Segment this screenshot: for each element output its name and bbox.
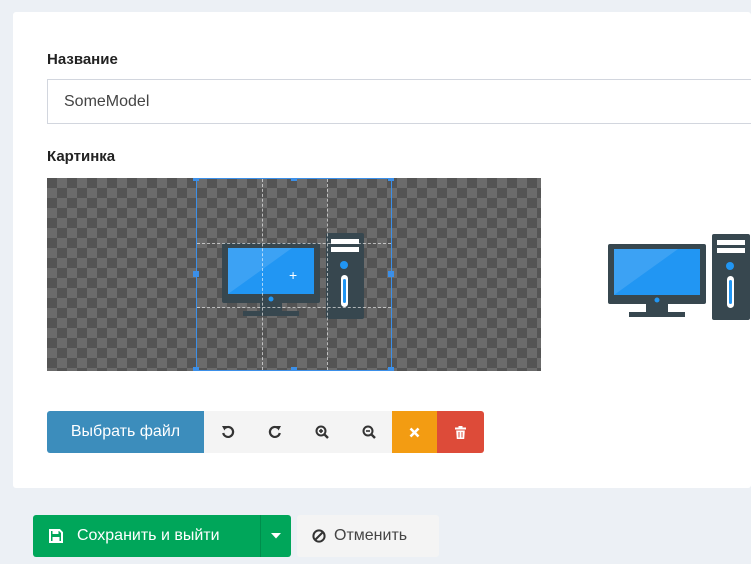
ban-icon (312, 529, 326, 543)
crop-handle-nw[interactable] (193, 178, 199, 181)
crop-center-mark: + (289, 267, 298, 283)
delete-image-button[interactable] (437, 411, 484, 453)
zoom-in-button[interactable] (298, 411, 345, 453)
crop-handle-se[interactable] (388, 367, 394, 371)
floppy-disk-icon (49, 529, 63, 543)
zoom-out-button[interactable] (345, 411, 392, 453)
caret-down-icon (271, 533, 281, 539)
save-button-group: Сохранить и выйти (33, 515, 291, 557)
crop-handle-ne[interactable] (388, 178, 394, 181)
picture-label: Картинка (47, 148, 116, 165)
cancel-button-label: Отменить (334, 527, 408, 544)
crop-handle-n[interactable] (291, 178, 297, 181)
crop-guide (262, 179, 263, 370)
rotate-left-icon (221, 425, 234, 438)
form-card: Название SomeModel Картинка + Выбрать фа… (13, 12, 751, 488)
rotate-left-button[interactable] (204, 411, 251, 453)
name-label: Название (47, 51, 118, 68)
image-cropper[interactable]: + (47, 178, 541, 371)
crop-guide (197, 243, 391, 244)
cropper-toolbar: Выбрать файл (47, 411, 484, 453)
crop-preview-icon (608, 234, 750, 320)
cancel-crop-button[interactable] (392, 411, 437, 453)
zoom-in-icon (315, 425, 329, 439)
rotate-right-button[interactable] (251, 411, 298, 453)
crop-box[interactable]: + (193, 178, 394, 371)
crop-handle-s[interactable] (291, 367, 297, 371)
crop-handle-w[interactable] (193, 271, 199, 277)
name-input[interactable]: SomeModel (47, 79, 751, 124)
save-and-exit-button[interactable]: Сохранить и выйти (33, 515, 260, 557)
crop-handle-sw[interactable] (193, 367, 199, 371)
cancel-icon (409, 427, 420, 437)
rotate-right-icon (268, 425, 281, 438)
crop-handle-e[interactable] (388, 271, 394, 277)
crop-guide (197, 307, 391, 308)
zoom-out-icon (362, 425, 376, 439)
choose-file-button[interactable]: Выбрать файл (47, 411, 204, 453)
save-button-label: Сохранить и выйти (77, 527, 220, 544)
cancel-button[interactable]: Отменить (297, 515, 439, 557)
crop-guide (327, 179, 328, 370)
save-options-dropdown[interactable] (260, 515, 291, 557)
trash-icon (455, 425, 466, 439)
